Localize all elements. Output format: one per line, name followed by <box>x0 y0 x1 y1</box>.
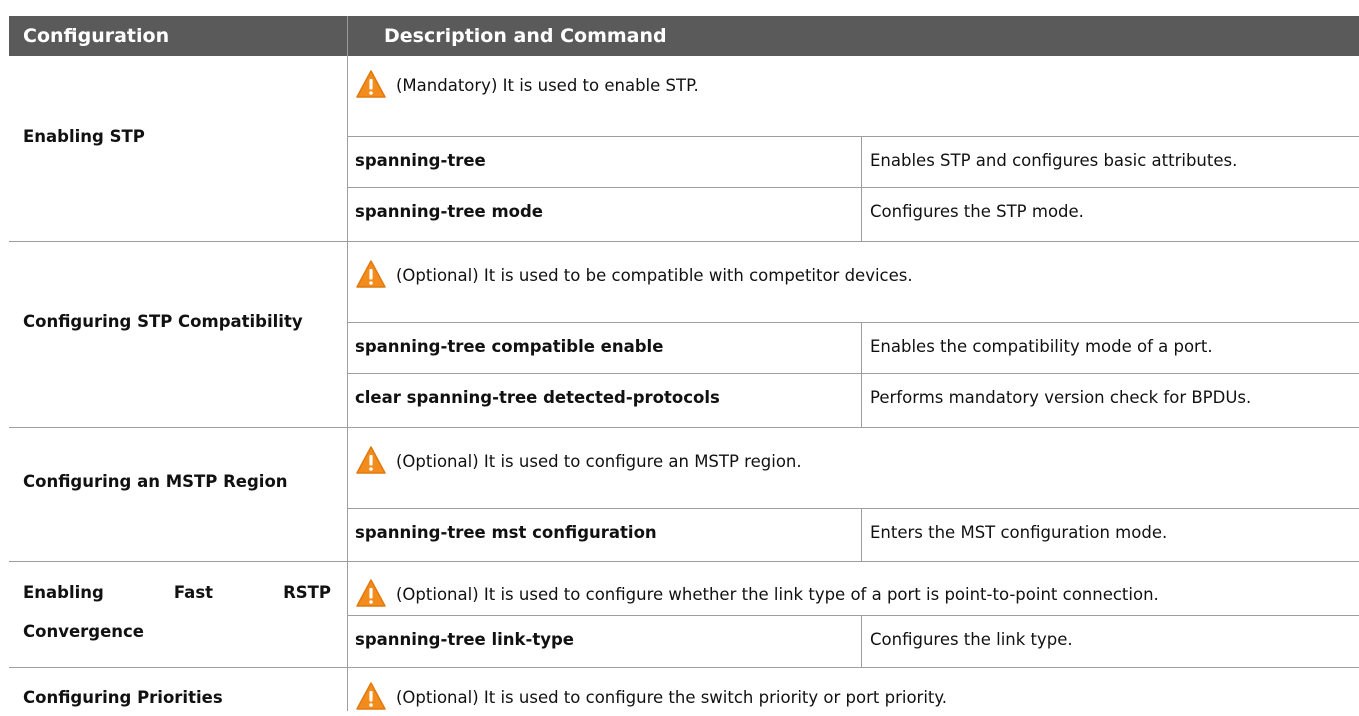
note-text: (Optional) It is used to be compatible w… <box>396 266 913 285</box>
section-divider <box>9 561 1359 562</box>
command-text: spanning-tree compatible enable <box>355 337 664 356</box>
config-label: Enabling Fast RSTP <box>23 583 331 602</box>
row-divider <box>348 508 1359 509</box>
command-text: spanning-tree link-type <box>355 630 574 649</box>
row-divider <box>348 136 1359 137</box>
warning-triangle-icon <box>355 445 387 475</box>
command-description: Enters the MST configuration mode. <box>870 523 1168 542</box>
warning-triangle-icon <box>355 681 387 711</box>
section-divider <box>9 667 1359 668</box>
command-description: Configures the STP mode. <box>870 202 1084 221</box>
header-description-command: Description and Command <box>348 16 1359 56</box>
row-divider <box>348 322 1359 323</box>
note-text: (Optional) It is used to configure wheth… <box>396 585 1159 604</box>
config-label-line2: Convergence <box>23 622 144 641</box>
column-divider <box>347 56 348 711</box>
command-description: Configures the link type. <box>870 630 1073 649</box>
cell-divider <box>861 508 862 561</box>
command-description: Enables the compatibility mode of a port… <box>870 337 1213 356</box>
config-word: Enabling <box>23 583 104 602</box>
config-label: Configuring STP Compatibility <box>23 312 303 331</box>
cell-divider <box>861 322 862 427</box>
command-description: Enables STP and configures basic attribu… <box>870 151 1238 170</box>
note-text: (Optional) It is used to configure an MS… <box>396 452 802 471</box>
command-description: Performs mandatory version check for BPD… <box>870 388 1252 407</box>
row-divider <box>348 187 1359 188</box>
config-label: Enabling STP <box>23 127 145 146</box>
section-divider <box>9 427 1359 428</box>
note-text: (Mandatory) It is used to enable STP. <box>396 76 699 95</box>
header-configuration: Configuration <box>9 16 347 56</box>
cell-divider <box>861 615 862 667</box>
config-word: Fast <box>173 583 214 602</box>
cell-divider <box>861 136 862 241</box>
command-text: spanning-tree mode <box>355 202 544 221</box>
warning-triangle-icon <box>355 578 387 608</box>
config-label: Configuring an MSTP Region <box>23 472 288 491</box>
config-word: RSTP <box>283 583 331 602</box>
note-text: (Optional) It is used to configure the s… <box>396 688 948 707</box>
command-text: spanning-tree mst configuration <box>355 523 657 542</box>
command-text: clear spanning-tree detected-protocols <box>355 388 720 407</box>
section-divider <box>9 241 1359 242</box>
config-label: Configuring Priorities <box>23 688 223 707</box>
row-divider <box>348 373 1359 374</box>
row-divider <box>348 615 1359 616</box>
warning-triangle-icon <box>355 259 387 289</box>
warning-triangle-icon <box>355 69 387 99</box>
command-text: spanning-tree <box>355 151 486 170</box>
